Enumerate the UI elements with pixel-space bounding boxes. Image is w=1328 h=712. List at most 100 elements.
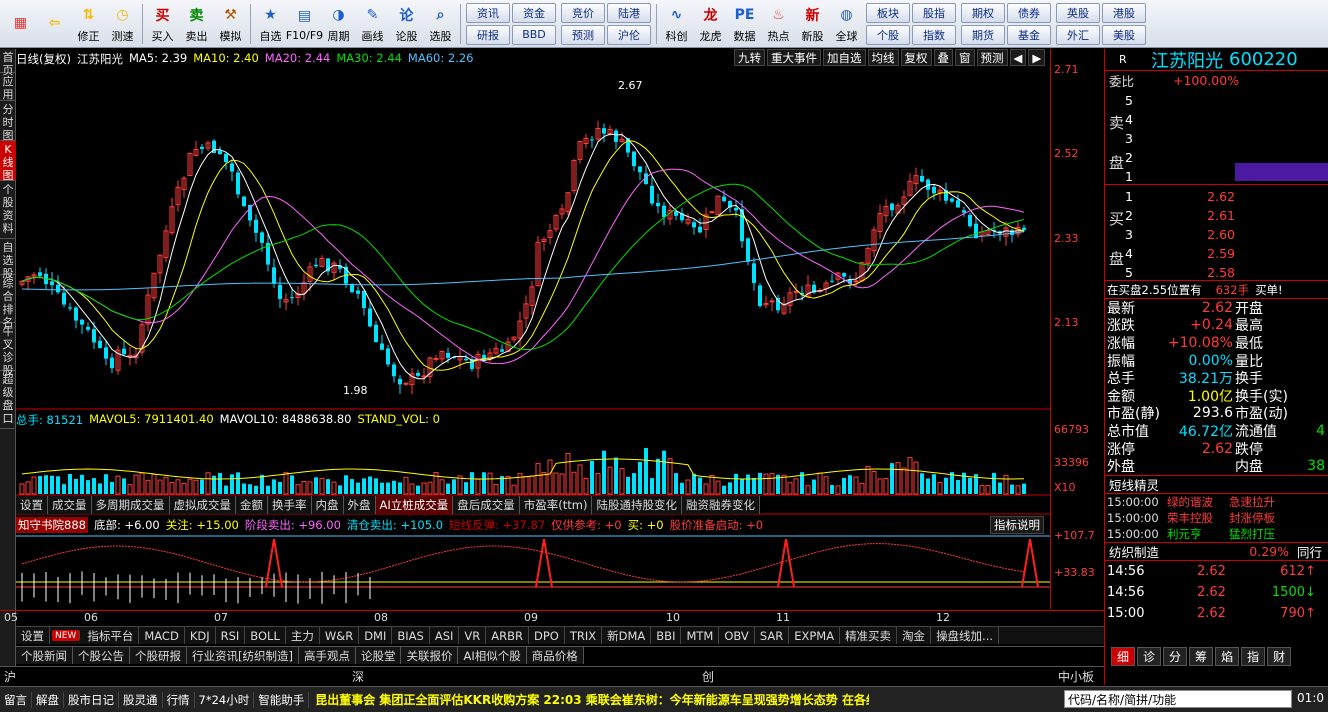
toolbar-link[interactable]: 研报 xyxy=(466,24,510,45)
indicator-tab-24[interactable]: 操盘线加... xyxy=(931,627,1000,644)
indicator-tab-21[interactable]: EXPMA xyxy=(789,627,841,644)
volume-tab-0[interactable]: 设置 xyxy=(16,496,48,514)
news-tab-5[interactable]: 论股堂 xyxy=(355,647,402,664)
indicator-tab-14[interactable]: DPO xyxy=(529,627,565,644)
news-tab-4[interactable]: 高手观点 xyxy=(298,647,356,664)
toolbar-globe-button[interactable]: ◍ 全球 xyxy=(830,1,863,47)
short-item[interactable]: 15:00:00 绿的谐波 急速拉升 xyxy=(1105,494,1328,510)
indicator-tab-1[interactable]: NEW xyxy=(52,630,81,641)
indicator-tab-4[interactable]: KDJ xyxy=(185,627,216,644)
toolbar-link[interactable]: 资讯 xyxy=(466,2,510,23)
panel-tab-3[interactable]: 筹 xyxy=(1189,647,1214,666)
sidebar-item-1[interactable]: 应用 xyxy=(0,73,16,101)
bottom-item-1[interactable]: 解盘 xyxy=(32,691,64,708)
indicator-tab-16[interactable]: 新DMA xyxy=(602,627,652,644)
panel-tab-2[interactable]: 分 xyxy=(1163,647,1188,666)
indicator-tab-2[interactable]: 指标平台 xyxy=(82,627,140,644)
toolbar-buy-button[interactable]: 买买入 xyxy=(146,1,179,47)
toolbar-link[interactable]: 美股 xyxy=(1102,24,1146,45)
kline-chart-area[interactable]: 日线(复权) 江苏阳光 MA5: 2.39 MA10: 2.40 MA20: 2… xyxy=(16,49,1050,609)
toolbar-link[interactable]: 外汇 xyxy=(1056,24,1100,45)
panel-tab-6[interactable]: 财 xyxy=(1267,647,1292,666)
search-input[interactable]: 代码/名称/简拼/功能 xyxy=(1064,690,1292,708)
index-label-1[interactable]: 深 xyxy=(352,668,364,685)
bottom-item-3[interactable]: 股灵通 xyxy=(119,691,163,708)
toolbar-link[interactable]: 港股 xyxy=(1102,2,1146,23)
index-label-0[interactable]: 沪 xyxy=(4,668,16,685)
panel-tab-4[interactable]: 焰 xyxy=(1215,647,1240,666)
toolbar-star-button[interactable]: ★ 自选 xyxy=(254,1,287,47)
toolbar-talk-button[interactable]: 论论股 xyxy=(390,1,423,47)
bottom-item-2[interactable]: 股市日记 xyxy=(64,691,119,708)
toolbar-cycle-button[interactable]: ◑ 周期 xyxy=(322,1,355,47)
sidebar-item-6[interactable]: 综合排名 xyxy=(0,275,16,329)
volume-tab-12[interactable]: 融资融券变化 xyxy=(681,496,760,514)
volume-tab-10[interactable]: 市盈率(ttm) xyxy=(519,496,593,514)
bottom-item-0[interactable]: 留言 xyxy=(0,691,32,708)
news-tab-2[interactable]: 个股研报 xyxy=(130,647,187,664)
news-tab-7[interactable]: AI相似个股 xyxy=(458,647,527,664)
volume-tab-1[interactable]: 成交量 xyxy=(48,496,92,514)
news-tab-3[interactable]: 行业资讯[纺织制造] xyxy=(187,647,299,664)
sidebar-item-4[interactable]: 个股资料 xyxy=(0,181,16,239)
indicator-tab-13[interactable]: ARBR xyxy=(486,627,529,644)
bottom-item-5[interactable]: 7*24小时 xyxy=(195,691,255,708)
news-tab-1[interactable]: 个股公告 xyxy=(73,647,130,664)
toolbar-link[interactable]: 沪伦 xyxy=(607,24,651,45)
toolbar-sell-button[interactable]: 卖卖出 xyxy=(180,1,213,47)
indicator-help-button[interactable]: 指标说明 xyxy=(990,516,1044,534)
sidebar-item-0[interactable]: 首页 xyxy=(0,49,16,77)
sidebar-item-2[interactable]: 分时图 xyxy=(0,101,16,142)
news-tab-6[interactable]: 关联报价 xyxy=(401,647,459,664)
indicator-tab-18[interactable]: MTM xyxy=(681,627,720,644)
volume-tab-6[interactable]: 内盘 xyxy=(311,496,344,514)
toolbar-back-arrow-button[interactable]: ⇦ xyxy=(38,1,71,47)
indicator-tab-9[interactable]: DMI xyxy=(359,627,393,644)
sidebar-item-3[interactable]: K线图 xyxy=(0,141,16,182)
toolbar-link[interactable]: 基金 xyxy=(1007,24,1051,45)
toolbar-up-down-arrow-button[interactable]: ⇅ 修正 xyxy=(72,1,105,47)
volume-tab-5[interactable]: 换手率 xyxy=(268,496,312,514)
toolbar-newstock-button[interactable]: 新新股 xyxy=(796,1,829,47)
toolbar-hammer-button[interactable]: ⚒ 模拟 xyxy=(214,1,247,47)
toolbar-link[interactable]: BBD xyxy=(512,24,556,45)
sidebar-item-5[interactable]: 自选股 xyxy=(0,239,16,280)
short-item[interactable]: 15:00:00 荣丰控股 封涨停板 xyxy=(1105,510,1328,526)
inbuy-button[interactable]: 买单! xyxy=(1255,282,1283,298)
news-tab-0[interactable]: 个股新闻 xyxy=(16,647,73,664)
volume-tab-11[interactable]: 陆股通持股变化 xyxy=(592,496,682,514)
indicator-tab-7[interactable]: 主力 xyxy=(286,627,320,644)
volume-tab-9[interactable]: 盘后成交量 xyxy=(453,496,520,514)
news-tab-8[interactable]: 商品价格 xyxy=(526,647,584,664)
sidebar-item-8[interactable]: 超级盘口 xyxy=(0,371,16,429)
toolbar-link[interactable]: 债券 xyxy=(1007,2,1051,23)
indicator-tab-8[interactable]: W&R xyxy=(320,627,360,644)
indicator-tab-3[interactable]: MACD xyxy=(139,627,185,644)
indicator-tab-19[interactable]: OBV xyxy=(719,627,755,644)
indicator-tab-23[interactable]: 淘金 xyxy=(897,627,932,644)
panel-tab-5[interactable]: 指 xyxy=(1241,647,1266,666)
toolbar-link[interactable]: 股指 xyxy=(912,2,956,23)
toolbar-pen-button[interactable]: ✎ 画线 xyxy=(356,1,389,47)
indicator-tab-12[interactable]: VR xyxy=(459,627,487,644)
volume-tab-7[interactable]: 外盘 xyxy=(343,496,376,514)
toolbar-chart-button[interactable]: ∿ 科创 xyxy=(660,1,693,47)
indicator-tab-10[interactable]: BIAS xyxy=(392,627,430,644)
toolbar-grid-button[interactable]: ▦ xyxy=(4,1,37,47)
volume-tab-2[interactable]: 多周期成交量 xyxy=(91,496,170,514)
toolbar-link[interactable]: 个股 xyxy=(866,24,910,45)
toolbar-magnifier-button[interactable]: ⌕ 选股 xyxy=(424,1,457,47)
sidebar-item-7[interactable]: 牛叉诊股 xyxy=(0,323,16,377)
toolbar-link[interactable]: 期货 xyxy=(961,24,1005,45)
toolbar-link[interactable]: 陆港 xyxy=(607,2,651,23)
indicator-tab-20[interactable]: SAR xyxy=(755,627,790,644)
panel-tab-0[interactable]: 细 xyxy=(1111,647,1136,666)
toolbar-link[interactable]: 竞价 xyxy=(561,2,605,23)
toolbar-link[interactable]: 期权 xyxy=(961,2,1005,23)
toolbar-f10-button[interactable]: ▤ F10/F9 xyxy=(286,1,323,47)
indicator-tab-17[interactable]: BBI xyxy=(651,627,682,644)
volume-tab-3[interactable]: 虚拟成交量 xyxy=(169,496,236,514)
bottom-item-4[interactable]: 行情 xyxy=(163,691,195,708)
volume-tab-4[interactable]: 金额 xyxy=(236,496,268,514)
bottom-item-6[interactable]: 智能助手 xyxy=(254,691,310,708)
